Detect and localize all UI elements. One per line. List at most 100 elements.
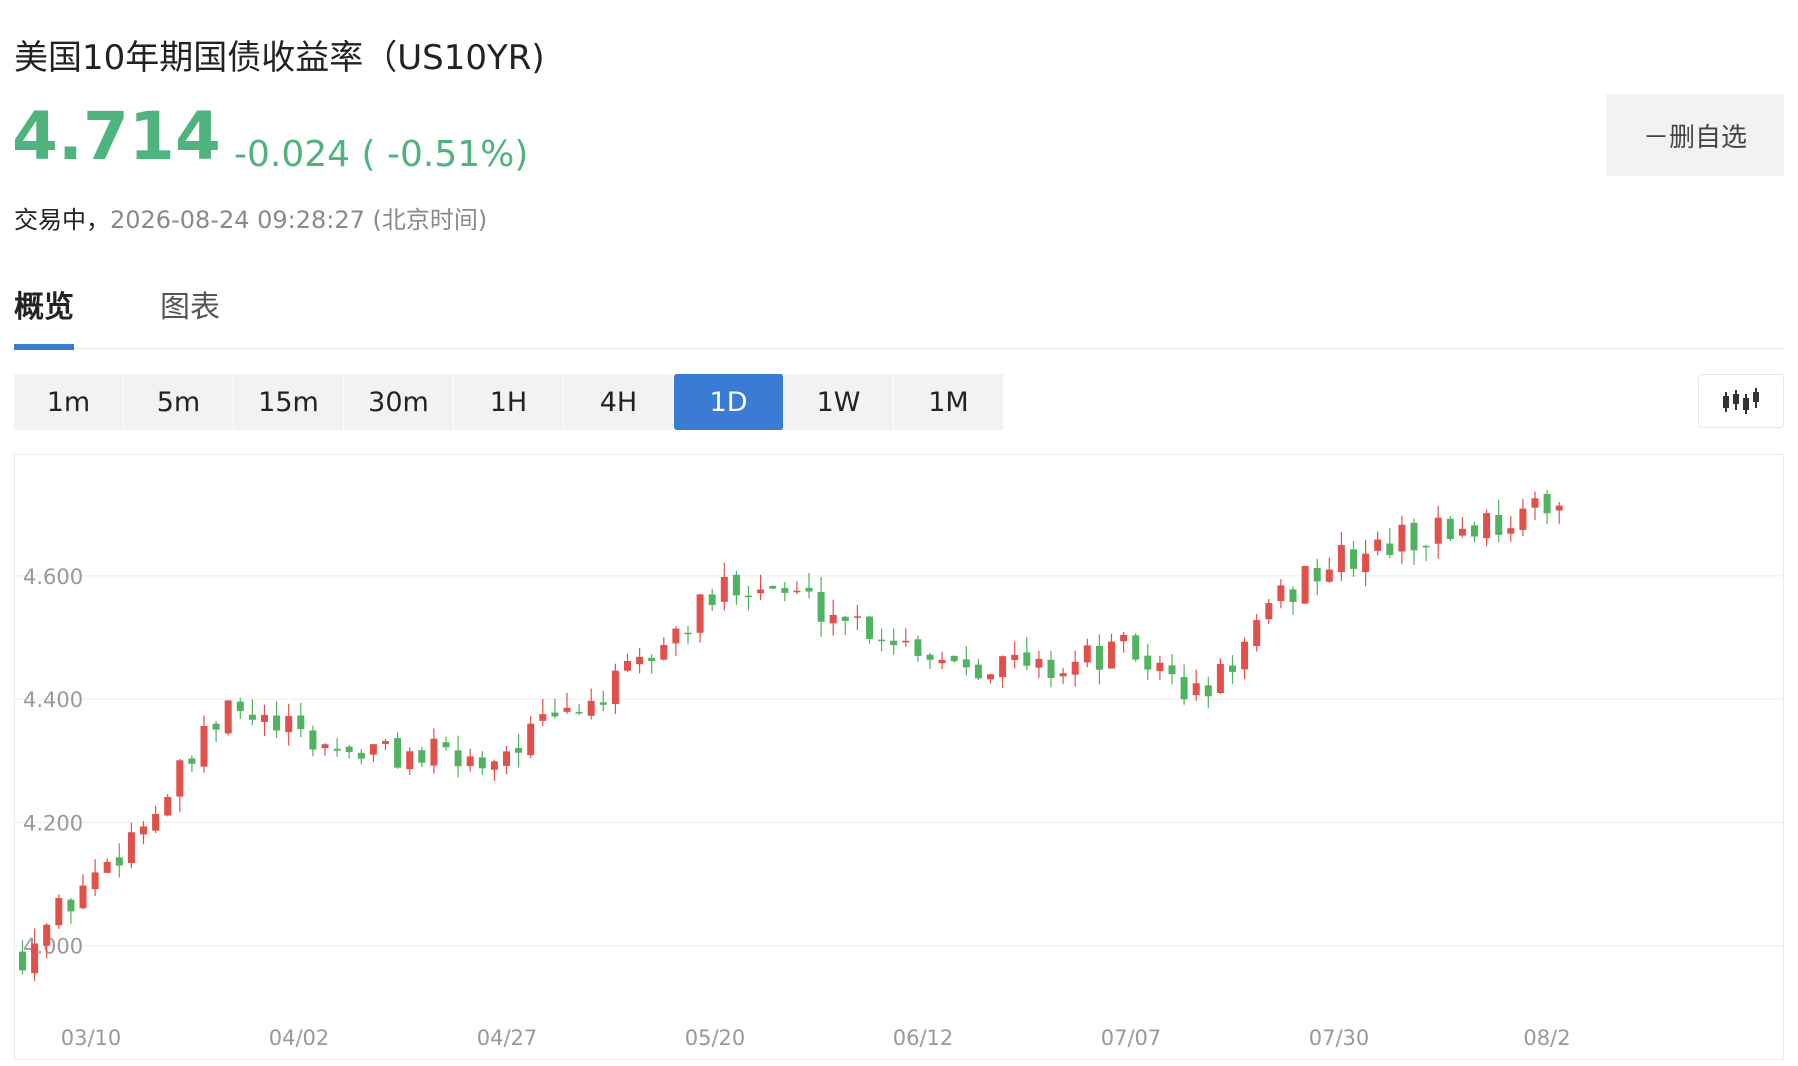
candlestick-chart[interactable]: 4.000 4.200 4.400 4.600 03/10 04/02 04/27 05/20… xyxy=(14,454,1784,1060)
candle-body xyxy=(1168,665,1176,675)
candle-body xyxy=(321,744,329,749)
candle-body xyxy=(442,742,450,748)
candle-body xyxy=(962,659,970,668)
period-selector: 1m 5m 15m 30m 1H 4H 1D 1W 1M xyxy=(14,374,1004,430)
candle-body xyxy=(757,589,765,594)
candle-body xyxy=(515,747,523,753)
candle-body xyxy=(781,588,789,593)
candle-body xyxy=(1289,589,1297,602)
candle-body xyxy=(732,574,740,596)
period-30m[interactable]: 30m xyxy=(344,374,454,430)
candle-body xyxy=(1156,662,1164,672)
candle-body xyxy=(140,826,147,835)
candle-body xyxy=(1434,517,1442,544)
candle-body xyxy=(636,656,644,665)
remove-watchlist-button[interactable]: －删自选 xyxy=(1606,94,1784,176)
candle-body xyxy=(103,861,111,873)
page-title: 美国10年期国债收益率（US10YR) xyxy=(14,38,545,78)
candle-body xyxy=(1301,565,1309,604)
candle-body xyxy=(1555,505,1563,511)
candle-body xyxy=(1253,620,1261,647)
candle-body xyxy=(1483,513,1491,539)
period-1mo[interactable]: 1M xyxy=(894,374,1004,430)
candle-body xyxy=(866,616,873,640)
candle-body xyxy=(853,616,861,618)
y-tick-label: 4.600 xyxy=(23,565,83,589)
candle-body xyxy=(382,741,389,744)
candle-body xyxy=(152,813,160,831)
candle-body xyxy=(575,712,583,714)
period-15m[interactable]: 15m xyxy=(234,374,344,430)
tab-chart[interactable]: 图表 xyxy=(160,282,220,344)
candle-body xyxy=(454,750,462,767)
tab-bar: 概览 图表 xyxy=(14,282,1784,350)
period-1d[interactable]: 1D xyxy=(674,374,784,430)
period-5m[interactable]: 5m xyxy=(124,374,234,430)
candle-body xyxy=(1519,508,1527,530)
candle-body xyxy=(890,640,898,646)
candle-body xyxy=(817,592,825,622)
candle-body xyxy=(1495,514,1503,535)
x-tick-label: 07/07 xyxy=(1101,1026,1162,1050)
candle-body xyxy=(1325,569,1333,582)
current-price: 4.714 xyxy=(12,98,221,175)
candle-body xyxy=(490,761,498,770)
tab-overview[interactable]: 概览 xyxy=(14,282,74,350)
candle-body xyxy=(974,664,982,679)
period-1w[interactable]: 1W xyxy=(784,374,894,430)
candle-body xyxy=(1071,661,1079,675)
candle-body xyxy=(1011,654,1019,660)
candle-body xyxy=(1083,645,1091,663)
candle-body xyxy=(369,744,377,755)
candle-body xyxy=(1507,528,1515,534)
period-1m[interactable]: 1m xyxy=(14,374,124,430)
candle-body xyxy=(67,899,75,912)
y-tick-label: 4.200 xyxy=(23,811,83,835)
candle-body xyxy=(1446,518,1454,540)
candle-body xyxy=(1277,585,1285,601)
candle-body xyxy=(200,726,208,767)
candle-body xyxy=(551,712,559,717)
candle-body xyxy=(878,639,886,642)
candle-body xyxy=(1543,493,1551,514)
candle-body xyxy=(176,760,184,797)
candle-body xyxy=(611,670,619,705)
period-4h[interactable]: 4H xyxy=(564,374,674,430)
candle-body xyxy=(672,628,680,644)
candle-body xyxy=(938,659,946,664)
trading-status: 交易中，2026-08-24 09:28:27 (北京时间) xyxy=(14,200,487,235)
candle-body xyxy=(406,751,414,770)
candle-body xyxy=(357,752,365,759)
candle-body xyxy=(333,748,341,751)
candle-body xyxy=(1337,545,1345,573)
candle-body xyxy=(1108,641,1115,669)
x-tick-label: 04/27 xyxy=(477,1026,538,1050)
x-tick-label: 05/20 xyxy=(685,1026,746,1050)
candle-body xyxy=(999,656,1007,678)
candle-body xyxy=(950,655,958,662)
chart-type-button[interactable] xyxy=(1698,374,1784,428)
candlestick-icon xyxy=(1723,388,1759,414)
candle-body xyxy=(708,594,716,606)
candle-body xyxy=(261,714,268,722)
candle-body xyxy=(1095,645,1103,670)
candle-body xyxy=(79,885,87,909)
candle-body xyxy=(430,738,438,766)
candle-body xyxy=(248,714,256,720)
candle-body xyxy=(1265,603,1273,620)
candle-body xyxy=(1132,635,1140,660)
candle-body xyxy=(648,657,656,662)
period-1h[interactable]: 1H xyxy=(454,374,564,430)
y-tick-label: 4.400 xyxy=(23,688,83,712)
candle-body xyxy=(478,757,486,769)
candle-body xyxy=(563,707,571,712)
candle-body xyxy=(236,701,244,712)
candle-body xyxy=(1023,652,1031,666)
candle-body xyxy=(1229,665,1236,672)
candle-body xyxy=(466,756,474,767)
candle-body xyxy=(394,738,402,768)
candle-body xyxy=(587,700,595,716)
candle-body xyxy=(793,590,801,593)
candle-body xyxy=(684,632,692,635)
status-label: 交易中， xyxy=(14,206,110,234)
